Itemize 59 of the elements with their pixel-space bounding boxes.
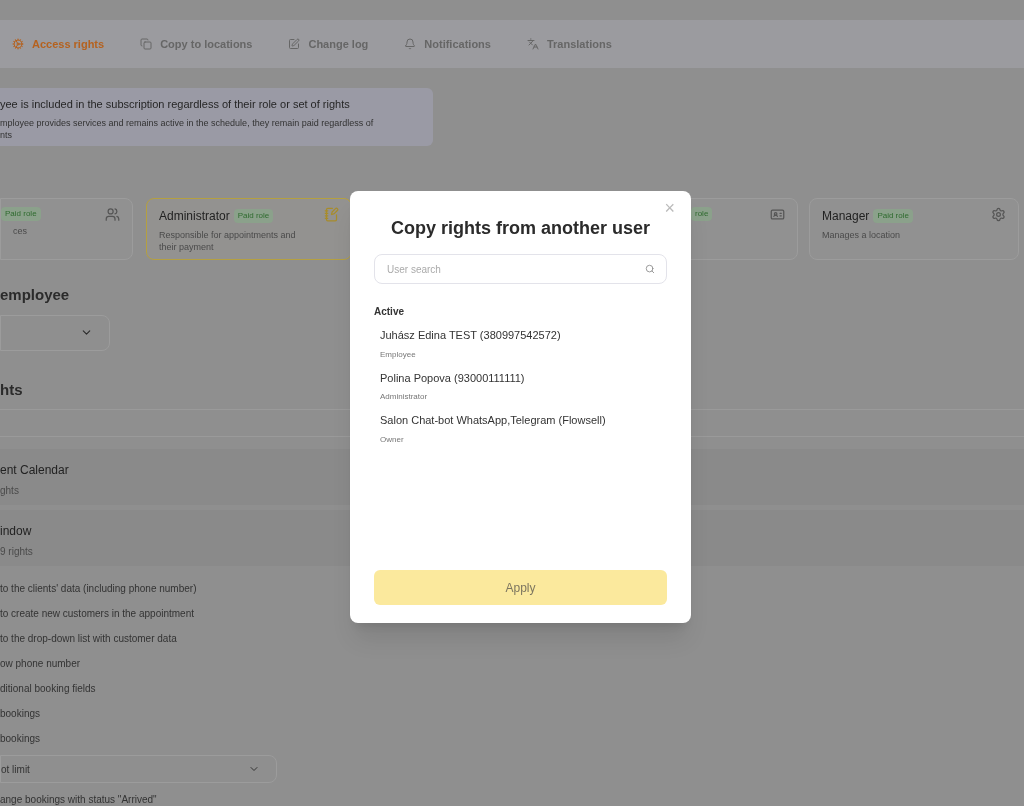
user-search-field[interactable]: User search bbox=[374, 254, 667, 284]
right-label: to create new customers in the appointment bbox=[0, 607, 194, 621]
role-badge: Paid role bbox=[233, 209, 274, 223]
tab[interactable]: Access rights bbox=[12, 35, 105, 53]
user-role: Owner bbox=[380, 433, 405, 446]
role-card[interactable]: Paid role ces bbox=[0, 198, 133, 260]
users-icon bbox=[105, 207, 120, 222]
section-count: 9 rights bbox=[0, 545, 34, 559]
right-label: to the clients' data (including phone number) bbox=[0, 582, 197, 596]
user-name: Salon Chat-bot WhatsApp,Telegram (Flowsell) bbox=[380, 413, 607, 428]
id-card-icon bbox=[770, 207, 785, 222]
role-description: Manages a location bbox=[822, 229, 902, 241]
user-name: Juhász Edina TEST (380997542572) bbox=[380, 328, 562, 343]
limit-select[interactable]: ot limit bbox=[0, 755, 277, 783]
role-name: Administrator bbox=[159, 208, 230, 225]
user-list-item[interactable]: Polina Popova (93000111111) Administrator bbox=[374, 369, 667, 403]
search-icon bbox=[645, 264, 655, 274]
role-name: Manager bbox=[822, 208, 870, 225]
edit-icon bbox=[288, 38, 301, 50]
notepad-icon bbox=[324, 207, 339, 222]
close-button[interactable]: × bbox=[664, 199, 675, 217]
group-label: Active bbox=[374, 305, 405, 319]
section-count: ghts bbox=[0, 484, 20, 498]
role-badge: Paid role bbox=[873, 209, 913, 223]
right-label: bookings bbox=[0, 707, 41, 721]
tab[interactable]: Change log bbox=[288, 35, 369, 53]
section-heading: hts bbox=[0, 379, 23, 400]
role-description: ces bbox=[13, 225, 28, 237]
tab[interactable]: Notifications bbox=[404, 35, 491, 53]
notice-text: mployee provides services and remains active in the schedule, they remain paid regardless of nts bbox=[0, 116, 375, 141]
user-role: Employee bbox=[380, 348, 417, 361]
right-label: ditional booking fields bbox=[0, 682, 96, 696]
copy-icon bbox=[140, 38, 153, 50]
role-card[interactable]: Administrator Paid role Responsible for appointments and their payment bbox=[146, 198, 352, 260]
user-list-item[interactable]: Salon Chat-bot WhatsApp,Telegram (Flowsell) Owner bbox=[374, 412, 667, 446]
bell-icon bbox=[404, 38, 417, 50]
dialog-title: Copy rights from another user bbox=[390, 217, 651, 240]
right-label: bookings bbox=[0, 732, 41, 746]
translate-icon bbox=[526, 38, 539, 50]
tab[interactable]: Translations bbox=[526, 35, 612, 53]
employee-select[interactable] bbox=[0, 314, 110, 351]
role-badge: role bbox=[691, 207, 713, 221]
role-card[interactable]: Manager Paid role Manages a location bbox=[809, 198, 1019, 260]
section-title: indow bbox=[0, 523, 33, 540]
role-card[interactable]: role bbox=[690, 198, 798, 260]
user-name: Polina Popova (93000111111) bbox=[380, 370, 526, 386]
section-title: ent Calendar bbox=[0, 462, 70, 479]
right-label: to the drop-down list with customer data bbox=[0, 632, 177, 646]
user-list-item[interactable]: Juhász Edina TEST (380997542572) Employee bbox=[374, 327, 667, 361]
gears-icon bbox=[12, 38, 24, 50]
section-heading: employee bbox=[0, 285, 70, 305]
user-role: Administrator bbox=[380, 391, 429, 403]
right-label: ow phone number bbox=[0, 657, 81, 671]
right-label: ange bookings with status "Arrived" bbox=[0, 793, 157, 806]
role-badge: Paid role bbox=[1, 207, 41, 221]
role-description: Responsible for appointments and their payment bbox=[159, 229, 297, 253]
notice-title: yee is included in the subscription regardless of their role or set of rights bbox=[0, 97, 351, 112]
settings-icon bbox=[991, 207, 1006, 222]
tab[interactable]: Copy to locations bbox=[140, 35, 253, 53]
